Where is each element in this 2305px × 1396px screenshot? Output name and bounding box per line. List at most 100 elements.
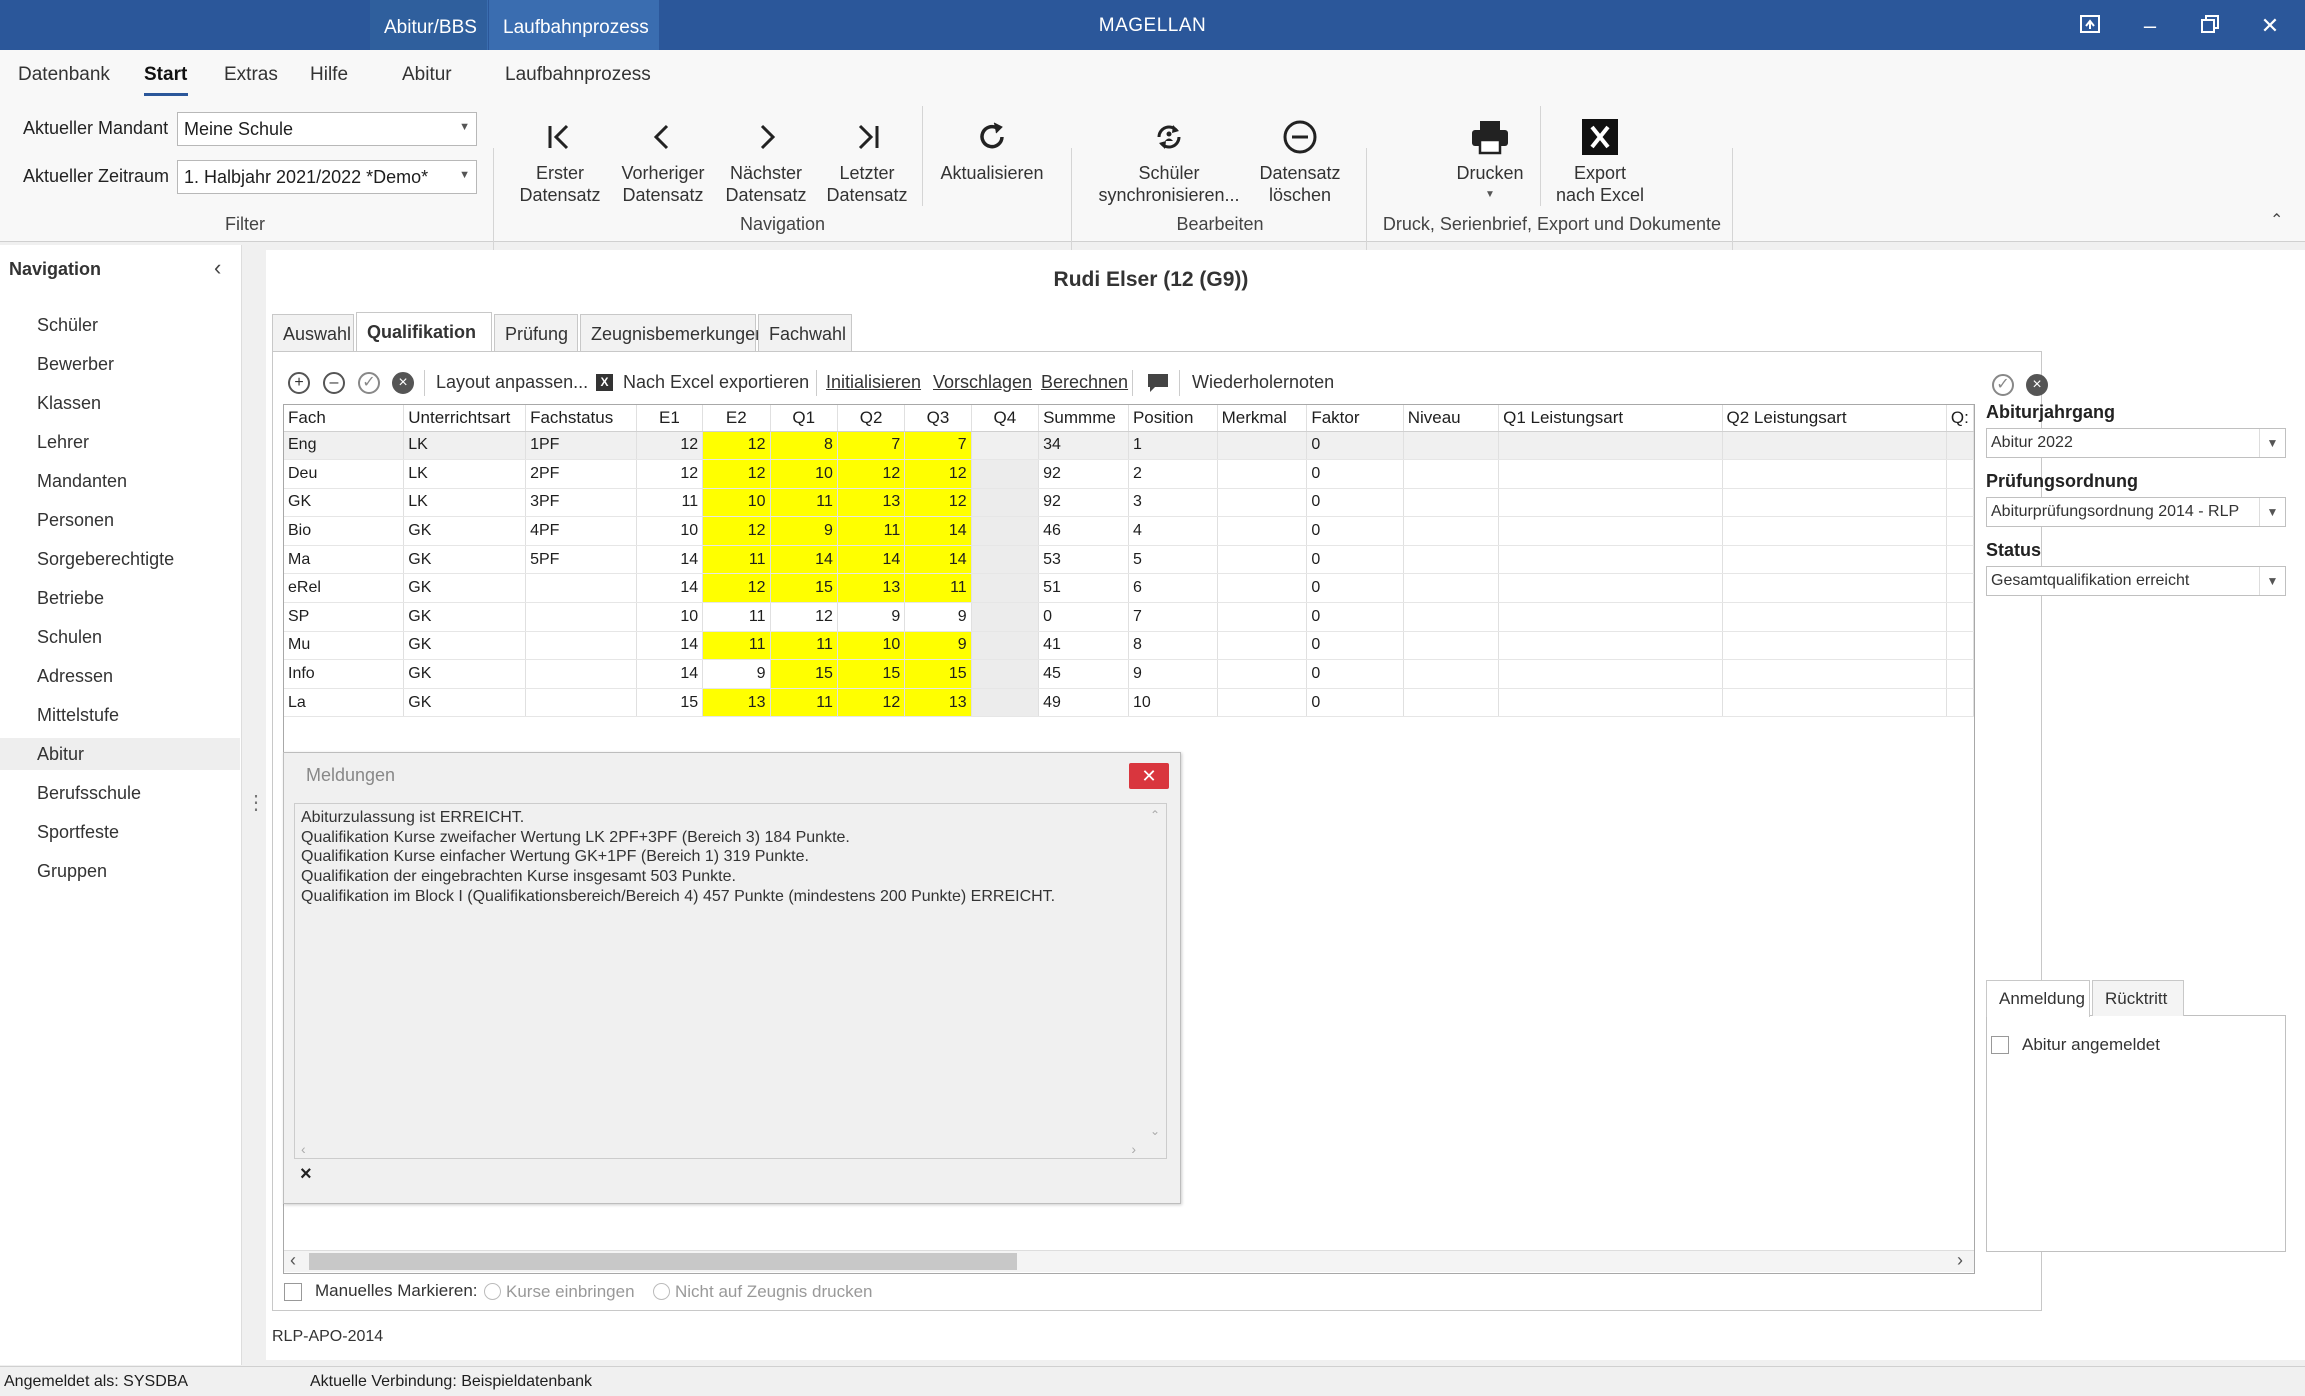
cell-q4[interactable] xyxy=(971,602,1040,632)
nav-item-gruppen[interactable]: Gruppen xyxy=(0,855,240,887)
nav-item-lehrer[interactable]: Lehrer xyxy=(0,426,240,458)
cell-art[interactable]: GK xyxy=(403,659,527,689)
cell-q2[interactable]: 13 xyxy=(837,573,906,604)
scroll-right-icon[interactable]: › xyxy=(1131,1140,1136,1160)
context-tab-abitur-bbs[interactable]: Abitur/BBS xyxy=(370,0,488,50)
cell-q1[interactable]: 15 xyxy=(770,659,838,689)
cell-q2[interactable]: 15 xyxy=(837,659,906,689)
cell-art[interactable]: GK xyxy=(403,602,527,632)
table-row[interactable]: La GK 15 13 11 12 13 49 10 0 xyxy=(284,688,1974,718)
cell-fach[interactable]: La xyxy=(284,688,405,718)
cell-empty[interactable] xyxy=(1403,573,1500,604)
cell-merkmal[interactable] xyxy=(1217,688,1308,718)
table-row[interactable]: Bio GK 4PF 10 12 9 11 14 46 4 0 xyxy=(284,516,1974,546)
cell-q2[interactable]: 9 xyxy=(837,602,906,632)
cell-pos[interactable]: 5 xyxy=(1128,545,1218,575)
cell-status[interactable] xyxy=(525,602,637,632)
cell-empty[interactable] xyxy=(1722,516,1947,546)
cell-empty[interactable] xyxy=(1722,573,1947,604)
zeitraum-select[interactable]: 1. Halbjahr 2021/2022 *Demo* ▼ xyxy=(177,160,477,194)
cell-e2[interactable]: 11 xyxy=(702,602,771,632)
tab-zeugnisbemerkungen[interactable]: Zeugnisbemerkungen xyxy=(580,314,765,352)
tab-ruecktritt[interactable]: Rücktritt xyxy=(2092,980,2184,1016)
cell-q1[interactable]: 11 xyxy=(770,488,838,518)
export-excel-button[interactable]: Export nach Excel xyxy=(1550,106,1650,206)
table-row[interactable]: Info GK 14 9 15 15 15 45 9 0 xyxy=(284,659,1974,689)
cell-e2[interactable]: 10 xyxy=(702,488,771,518)
close-dialog-button[interactable]: ✕ xyxy=(1129,763,1169,789)
cell-q3[interactable]: 11 xyxy=(904,573,972,604)
delete-record-button[interactable]: Datensatz löschen xyxy=(1250,106,1350,206)
col-header-position[interactable]: Position xyxy=(1128,405,1218,432)
cell-pos[interactable]: 8 xyxy=(1128,631,1218,661)
cell-status[interactable]: 3PF xyxy=(525,488,637,518)
tab-qualifikation[interactable]: Qualifikation xyxy=(356,312,492,352)
cell-summe[interactable]: 46 xyxy=(1038,516,1129,546)
cell-e1[interactable]: 10 xyxy=(636,516,704,546)
layout-customize-button[interactable]: Layout anpassen... xyxy=(436,372,588,393)
cell-art[interactable]: GK xyxy=(403,688,527,718)
cell-empty[interactable] xyxy=(1946,602,1974,632)
comment-icon[interactable] xyxy=(1147,373,1169,398)
cell-fach[interactable]: GK xyxy=(284,488,405,518)
cell-empty[interactable] xyxy=(1403,459,1500,489)
cell-summe[interactable]: 49 xyxy=(1038,688,1129,718)
cell-status[interactable] xyxy=(525,631,637,661)
menu-abitur[interactable]: Abitur xyxy=(402,64,452,86)
add-circle-icon[interactable]: + xyxy=(288,372,310,394)
cell-empty[interactable] xyxy=(1403,516,1500,546)
cell-pos[interactable]: 4 xyxy=(1128,516,1218,546)
cell-empty[interactable] xyxy=(1946,573,1974,604)
nav-item-bewerber[interactable]: Bewerber xyxy=(0,348,240,380)
cell-q1[interactable]: 15 xyxy=(770,573,838,604)
menu-extras[interactable]: Extras xyxy=(224,64,278,86)
cell-q1[interactable]: 8 xyxy=(770,431,838,461)
cell-q3[interactable]: 13 xyxy=(904,688,972,718)
cell-pos[interactable]: 2 xyxy=(1128,459,1218,489)
tab-anmeldung[interactable]: Anmeldung xyxy=(1986,980,2090,1017)
calculate-button[interactable]: Berechnen xyxy=(1041,372,1128,393)
cell-q1[interactable]: 10 xyxy=(770,459,838,489)
remove-circle-icon[interactable]: – xyxy=(323,372,345,394)
cell-summe[interactable]: 45 xyxy=(1038,659,1129,689)
cell-empty[interactable] xyxy=(1946,459,1974,489)
cell-q4[interactable] xyxy=(971,459,1040,489)
cell-status[interactable]: 4PF xyxy=(525,516,637,546)
cell-status[interactable]: 2PF xyxy=(525,459,637,489)
chevron-left-icon[interactable]: ‹ xyxy=(214,255,221,281)
cell-empty[interactable] xyxy=(1498,545,1723,575)
col-header-niveau[interactable]: Niveau xyxy=(1403,405,1500,432)
cell-empty[interactable] xyxy=(1498,631,1723,661)
col-header-fach[interactable]: Fach xyxy=(284,405,405,432)
confirm-circle-icon[interactable]: ✓ xyxy=(358,372,380,394)
cell-e2[interactable]: 13 xyxy=(702,688,771,718)
print-button[interactable]: Drucken ▼ xyxy=(1440,106,1540,206)
menu-laufbahnprozess[interactable]: Laufbahnprozess xyxy=(505,64,651,86)
jahrgang-select[interactable]: Abitur 2022 ▼ xyxy=(1986,428,2286,458)
export-excel-toolbar-button[interactable]: Nach Excel exportieren xyxy=(623,372,809,393)
cell-summe[interactable]: 92 xyxy=(1038,488,1129,518)
cell-q2[interactable]: 12 xyxy=(837,459,906,489)
cell-fach[interactable]: SP xyxy=(284,602,405,632)
cell-e1[interactable]: 10 xyxy=(636,602,704,632)
cell-status[interactable] xyxy=(525,688,637,718)
cell-q4[interactable] xyxy=(971,688,1040,718)
cell-faktor[interactable]: 0 xyxy=(1306,516,1404,546)
cell-q3[interactable]: 14 xyxy=(904,545,972,575)
scroll-up-icon[interactable]: ⌃ xyxy=(1150,806,1160,826)
cell-empty[interactable] xyxy=(1946,659,1974,689)
cell-merkmal[interactable] xyxy=(1217,431,1308,461)
col-header-faktor[interactable]: Faktor xyxy=(1306,405,1404,432)
cell-merkmal[interactable] xyxy=(1217,659,1308,689)
nav-item-mittelstufe[interactable]: Mittelstufe xyxy=(0,699,240,731)
cell-empty[interactable] xyxy=(1946,688,1974,718)
close-window-button[interactable]: ✕ xyxy=(2240,0,2300,50)
cell-q2[interactable]: 14 xyxy=(837,545,906,575)
cell-empty[interactable] xyxy=(1722,659,1947,689)
first-record-button[interactable]: Erster Datensatz xyxy=(515,106,605,206)
col-header-e2[interactable]: E2 xyxy=(702,405,771,432)
table-row[interactable]: SP GK 10 11 12 9 9 0 7 0 xyxy=(284,602,1974,632)
cell-merkmal[interactable] xyxy=(1217,516,1308,546)
cell-art[interactable]: LK xyxy=(403,431,527,461)
menu-start[interactable]: Start xyxy=(144,64,187,86)
